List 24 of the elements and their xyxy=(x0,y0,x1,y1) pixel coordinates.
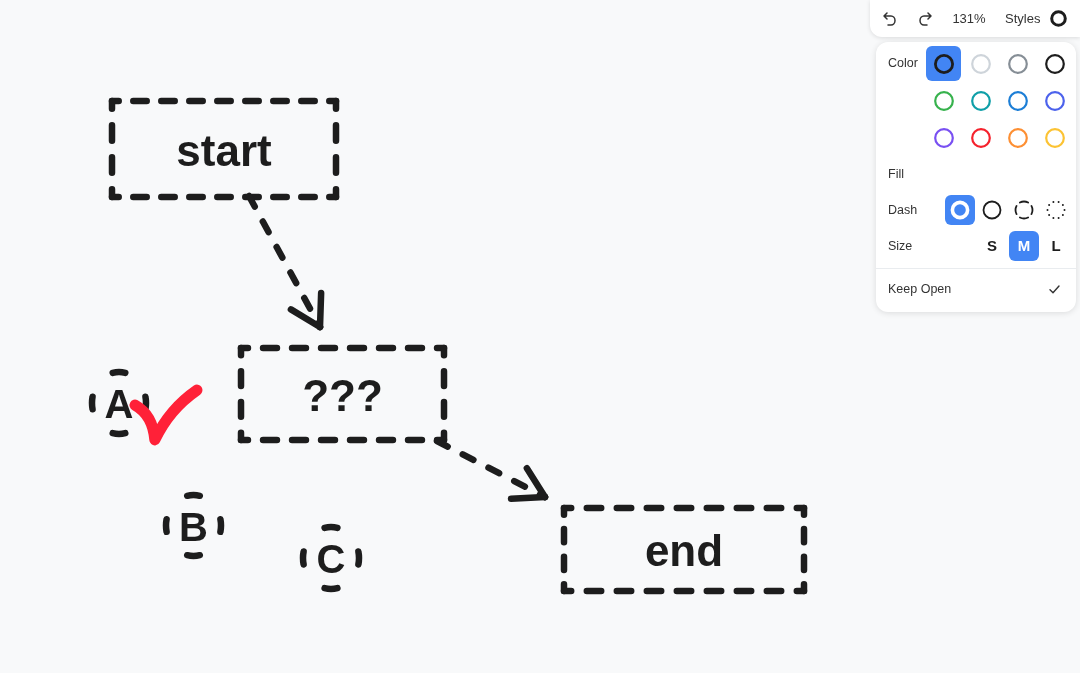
shape-label: end xyxy=(644,526,724,575)
shape-label: C xyxy=(316,537,346,581)
color-label: Color xyxy=(888,55,918,73)
keep-open-toggle[interactable]: Keep Open xyxy=(876,269,1076,309)
shape-label: B xyxy=(179,504,208,549)
zoom-button[interactable]: 131% xyxy=(943,0,995,37)
shape-label: start xyxy=(176,125,272,175)
thick-ring-icon xyxy=(950,200,970,220)
ring-icon xyxy=(982,200,1002,220)
dashed-ring-icon xyxy=(1014,200,1034,220)
undo-icon xyxy=(882,11,896,26)
fill-label: Fill xyxy=(888,165,904,183)
shape-label: A xyxy=(104,382,134,426)
dotted-ring-icon xyxy=(1046,200,1066,220)
redo-icon xyxy=(918,11,932,26)
size-button[interactable]: S xyxy=(977,231,1007,261)
color-swatch-button[interactable] xyxy=(926,46,961,81)
dash-label: Dash xyxy=(888,201,918,219)
size-button[interactable]: L xyxy=(1041,231,1071,261)
shape-label: ??? xyxy=(302,370,383,420)
size-label: Size xyxy=(888,237,913,255)
size-button[interactable]: M xyxy=(1009,231,1039,261)
ring-icon xyxy=(1050,10,1068,27)
styles-button[interactable]: Styles xyxy=(995,0,1077,37)
